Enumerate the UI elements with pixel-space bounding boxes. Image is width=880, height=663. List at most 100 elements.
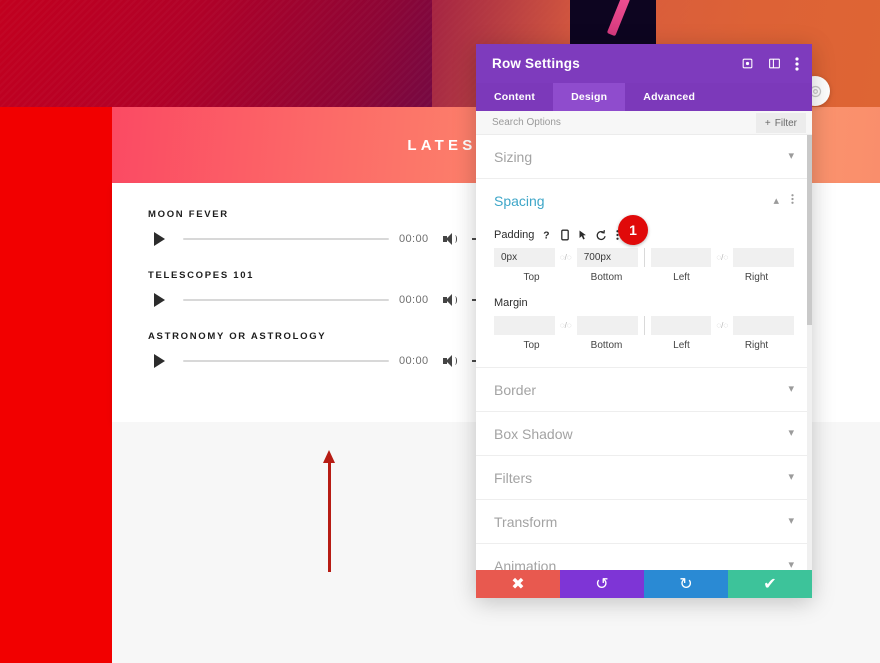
- section-spacing[interactable]: Spacing ▴: [476, 179, 812, 223]
- hover-pointer-icon[interactable]: [578, 229, 587, 241]
- label-right: Right: [744, 272, 769, 283]
- annotation-arrow-icon: [322, 450, 338, 572]
- speaker-icon[interactable]: [442, 355, 457, 367]
- cancel-button[interactable]: ✖: [476, 570, 560, 598]
- annotation-step-badge: 1: [618, 215, 648, 245]
- section-spacing-kebab-icon[interactable]: [791, 192, 794, 210]
- margin-right-input[interactable]: [733, 316, 794, 335]
- reset-icon[interactable]: [596, 229, 607, 241]
- link-broken-icon[interactable]: ◌/◌: [711, 253, 733, 262]
- section-box-shadow-label: Box Shadow: [494, 425, 573, 442]
- field-divider: [643, 248, 645, 267]
- filter-label: Filter: [774, 117, 797, 129]
- tab-advanced[interactable]: Advanced: [625, 83, 713, 111]
- responsive-icon[interactable]: [561, 229, 570, 241]
- track-time: 00:00: [399, 355, 429, 367]
- undo-button[interactable]: ↺: [560, 570, 644, 598]
- search-input[interactable]: [492, 117, 692, 128]
- label-right: Right: [744, 340, 769, 351]
- section-sizing-label: Sizing: [494, 148, 533, 165]
- panel-body: Sizing ▾ Spacing ▴ Padding ? 0px ◌/◌ 700…: [476, 135, 812, 570]
- padding-top-bottom-pair: 0px ◌/◌ 700px: [494, 248, 638, 267]
- label-left: Left: [673, 272, 690, 283]
- label-top: Top: [523, 272, 540, 283]
- chevron-down-icon: ▾: [788, 471, 794, 483]
- section-transform-label: Transform: [494, 513, 558, 530]
- padding-corner-labels: Top Bottom Left Right: [494, 272, 794, 283]
- label-top: Top: [523, 340, 540, 351]
- panel-footer: ✖ ↺ ↻ ✔: [476, 570, 812, 598]
- section-animation[interactable]: Animation ▾: [476, 544, 812, 571]
- save-button[interactable]: ✔: [728, 570, 812, 598]
- help-icon[interactable]: ?: [543, 229, 552, 241]
- svg-text:?: ?: [544, 230, 550, 241]
- margin-top-input[interactable]: [494, 316, 555, 335]
- label-bottom: Bottom: [590, 272, 623, 283]
- tab-design[interactable]: Design: [553, 83, 626, 111]
- row-settings-panel: Row Settings Content Design Advanced Sea…: [476, 44, 812, 598]
- target-icon[interactable]: [741, 57, 754, 70]
- section-sizing[interactable]: Sizing ▾: [476, 135, 812, 179]
- tab-content[interactable]: Content: [476, 83, 553, 111]
- margin-label: Margin: [494, 297, 528, 309]
- panel-scrollbar[interactable]: [807, 135, 812, 570]
- padding-right-input[interactable]: [733, 248, 794, 267]
- chevron-down-icon: ▾: [788, 383, 794, 395]
- plus-icon: +: [764, 117, 771, 129]
- section-border-label: Border: [494, 381, 537, 398]
- play-icon[interactable]: [154, 293, 165, 307]
- chevron-down-icon: ▾: [788, 150, 794, 162]
- margin-left-right-pair: ◌/◌: [650, 316, 794, 335]
- left-red-column: [0, 107, 112, 663]
- margin-bottom-input[interactable]: [576, 316, 638, 335]
- chevron-down-icon: ▾: [788, 515, 794, 527]
- margin-inputs: ◌/◌ ◌/◌: [494, 316, 794, 335]
- layout-icon[interactable]: [768, 57, 781, 70]
- filter-button[interactable]: + Filter: [755, 113, 806, 133]
- section-transform[interactable]: Transform ▾: [476, 500, 812, 544]
- link-broken-icon[interactable]: ◌/◌: [555, 321, 577, 330]
- panel-tabs: Content Design Advanced: [476, 83, 812, 111]
- section-spacing-label: Spacing: [494, 193, 545, 209]
- padding-left-right-pair: ◌/◌: [650, 248, 794, 267]
- padding-bottom-input[interactable]: 700px: [576, 248, 638, 267]
- speaker-icon[interactable]: [442, 233, 457, 245]
- section-box-shadow[interactable]: Box Shadow ▾: [476, 412, 812, 456]
- section-filters-label: Filters: [494, 469, 533, 486]
- panel-title: Row Settings: [492, 56, 580, 71]
- seek-slider[interactable]: [183, 238, 389, 240]
- chevron-down-icon: ▾: [788, 559, 794, 571]
- label-left: Left: [673, 340, 690, 351]
- play-icon[interactable]: [154, 232, 165, 246]
- panel-header: Row Settings: [476, 44, 812, 83]
- seek-slider[interactable]: [183, 360, 389, 362]
- chevron-down-icon: ▾: [788, 427, 794, 439]
- scrollbar-thumb[interactable]: [807, 135, 812, 325]
- section-border[interactable]: Border ▾: [476, 368, 812, 412]
- album-art-card: [570, 0, 656, 44]
- padding-label: Padding: [494, 229, 535, 241]
- kebab-icon[interactable]: [795, 56, 799, 71]
- speaker-icon[interactable]: [442, 294, 457, 306]
- padding-inputs: 0px ◌/◌ 700px ◌/◌: [494, 248, 794, 267]
- search-options-bar: + Filter: [476, 111, 812, 135]
- screenshot-root: LATEST RELEASES MOON FEVER 00:00 TELESCO…: [0, 0, 880, 663]
- seek-slider[interactable]: [183, 299, 389, 301]
- field-divider: [643, 316, 645, 335]
- padding-left-input[interactable]: [650, 248, 712, 267]
- section-filters[interactable]: Filters ▾: [476, 456, 812, 500]
- margin-left-input[interactable]: [650, 316, 712, 335]
- redo-button[interactable]: ↻: [644, 570, 728, 598]
- link-broken-icon[interactable]: ◌/◌: [555, 253, 577, 262]
- margin-top-bottom-pair: ◌/◌: [494, 316, 638, 335]
- padding-top-input[interactable]: 0px: [494, 248, 555, 267]
- track-time: 00:00: [399, 233, 429, 245]
- panel-header-actions: [741, 56, 799, 71]
- chevron-up-icon: ▴: [773, 194, 779, 207]
- link-broken-icon[interactable]: ◌/◌: [711, 321, 733, 330]
- spacing-section-body: Padding ? 0px ◌/◌ 700px ◌/◌ Top Bottom L…: [476, 223, 812, 368]
- label-bottom: Bottom: [590, 340, 623, 351]
- track-time: 00:00: [399, 294, 429, 306]
- play-icon[interactable]: [154, 354, 165, 368]
- section-animation-label: Animation: [494, 557, 557, 571]
